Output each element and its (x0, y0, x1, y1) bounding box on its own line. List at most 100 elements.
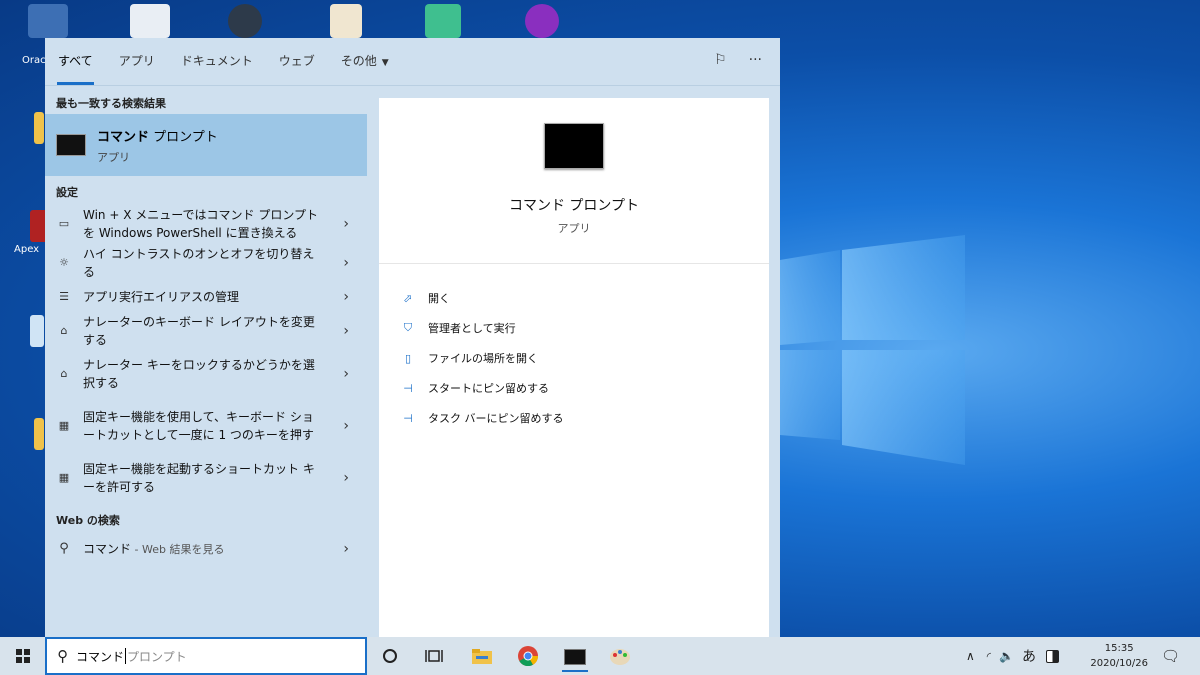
tab-web[interactable]: ウェブ (266, 52, 328, 85)
shield-icon: ⛉ (403, 321, 413, 334)
text-caret (125, 648, 127, 664)
best-match-title: コマンド プロンプト (97, 126, 218, 145)
desktop-icon-app6[interactable] (525, 4, 559, 38)
best-match-subtitle: アプリ (97, 150, 130, 164)
chevron-right-icon: › (343, 255, 349, 271)
action-pin-taskbar[interactable]: ⊣ タスク バーにピン留めする (400, 403, 564, 433)
settings-header: 設定 (56, 186, 78, 199)
search-suggestion-text: プロンプト (127, 649, 187, 664)
clock-date: 2020/10/26 (1090, 658, 1148, 669)
action-label: タスク バーにピン留めする (428, 412, 564, 425)
notification-icon[interactable]: 🗨 (1161, 647, 1180, 665)
caret-down-icon: ▼ (381, 58, 389, 68)
best-match-title-bold: コマンド (97, 129, 150, 145)
pin-icon: ⊣ (403, 411, 413, 425)
tab-all[interactable]: すべて (45, 52, 106, 85)
file-location-icon: ▯ (404, 351, 412, 365)
web-search-item[interactable]: ⚲ コマンド - Web 結果を見る › (45, 530, 367, 568)
keyboard-icon: ▦ (58, 471, 70, 484)
command-prompt-taskbar-icon[interactable] (562, 644, 588, 672)
tab-label: すべて (58, 54, 93, 68)
monitor-icon: ▭ (58, 217, 70, 230)
setting-item-high-contrast[interactable]: ☼ ハイ コントラストのオンとオフを切り替える › (45, 246, 367, 280)
desktop-icon-virtualbox[interactable] (28, 4, 68, 38)
narrator-icon: ⌂ (60, 324, 68, 337)
feedback-icon[interactable]: ⚐ (714, 52, 727, 68)
search-input[interactable]: ⚲ コマンド プロンプト (45, 637, 367, 675)
start-button[interactable] (0, 637, 45, 675)
setting-item-powershell[interactable]: ▭ Win + X メニューではコマンド プロンプトを Windows Powe… (45, 202, 367, 246)
setting-item-app-alias[interactable]: ☰ アプリ実行エイリアスの管理 › (45, 280, 367, 314)
setting-label: ナレーターのキーボード レイアウトを変更する (83, 315, 315, 347)
command-prompt-icon (544, 123, 604, 169)
setting-label: ナレーター キーをロックするかどうかを選択する (83, 358, 315, 390)
web-search-header: Web の検索 (56, 514, 120, 527)
chevron-right-icon: › (343, 323, 349, 339)
ime-indicator[interactable]: あ (1022, 646, 1036, 666)
results-list: 最も一致する検索結果 コマンド プロンプト アプリ 設定 ▭ Win + X メ… (45, 86, 367, 637)
search-tabs: すべて アプリ ドキュメント ウェブ その他 ▼ ⚐ ··· (45, 38, 780, 86)
cortana-icon[interactable] (378, 644, 402, 668)
setting-item-sticky-shortcut[interactable]: ▦ 固定キー機能を起動するショートカット キーを許可する › (45, 452, 367, 504)
chevron-right-icon: › (343, 418, 349, 434)
search-icon: ⚲ (59, 541, 69, 556)
tab-apps[interactable]: アプリ (106, 52, 168, 85)
tab-documents[interactable]: ドキュメント (168, 52, 266, 85)
action-open-file-location[interactable]: ▯ ファイルの場所を開く (400, 343, 564, 373)
preview-actions: ⬀ 開く ⛉ 管理者として実行 ▯ ファイルの場所を開く ⊣ スタートにピン留めする ⊣… (400, 283, 564, 433)
action-label: 管理者として実行 (428, 322, 516, 335)
desktop-icon-app2[interactable] (130, 4, 170, 38)
setting-label: 固定キー機能を使用して、キーボード ショートカットとして一度に 1 つのキーを押… (83, 410, 314, 442)
network-icon[interactable]: ◜ (987, 650, 991, 663)
web-search-sub: - Web 結果を見る (131, 542, 225, 556)
best-match-title-rest: プロンプト (149, 129, 218, 145)
keyboard-icon: ▦ (58, 419, 70, 432)
desktop-icon-app3[interactable] (228, 4, 262, 38)
windows-icon (15, 649, 30, 663)
action-open[interactable]: ⬀ 開く (400, 283, 564, 313)
setting-item-narrator-lock[interactable]: ⌂ ナレーター キーをロックするかどうかを選択する › (45, 348, 367, 400)
action-pin-start[interactable]: ⊣ スタートにピン留めする (400, 373, 564, 403)
chevron-right-icon: › (343, 216, 349, 232)
clock-time: 15:35 (1104, 643, 1134, 654)
chevron-up-icon[interactable]: ∧ (966, 649, 975, 663)
ime-mode-icon[interactable] (1046, 649, 1060, 663)
divider (379, 263, 769, 264)
windows-logo-wallpaper (780, 235, 965, 465)
web-search-term: コマンド (83, 541, 132, 556)
more-options-icon[interactable]: ··· (749, 52, 762, 68)
system-tray: ∧ ◜ 🔈 あ (966, 637, 1060, 675)
tab-label: その他 (340, 54, 377, 68)
chevron-right-icon: › (343, 289, 349, 305)
setting-item-narrator-layout[interactable]: ⌂ ナレーターのキーボード レイアウトを変更する › (45, 314, 367, 348)
setting-label: 固定キー機能を起動するショートカット キーを許可する (83, 462, 315, 494)
action-run-as-admin[interactable]: ⛉ 管理者として実行 (400, 313, 564, 343)
action-label: 開く (428, 292, 450, 305)
best-match-header: 最も一致する検索結果 (56, 97, 166, 110)
clock[interactable]: 15:35 2020/10/26 (1090, 641, 1148, 671)
search-icon: ⚲ (57, 647, 68, 665)
desktop-icon-app5[interactable] (425, 4, 461, 38)
brightness-icon: ☼ (59, 256, 69, 269)
chrome-icon[interactable] (516, 644, 540, 668)
best-match-item[interactable]: コマンド プロンプト アプリ (45, 114, 367, 176)
search-panel: すべて アプリ ドキュメント ウェブ その他 ▼ ⚐ ··· 最も一致する検索結果… (45, 38, 780, 637)
desktop-icon-label: Apex (14, 244, 40, 255)
tab-label: ウェブ (278, 54, 315, 68)
preview-subtitle: アプリ (557, 222, 591, 235)
task-view-icon[interactable] (422, 644, 446, 668)
list-icon: ☰ (59, 290, 69, 303)
setting-label: アプリ実行エイリアスの管理 (83, 290, 240, 304)
chevron-right-icon: › (343, 541, 349, 557)
desktop-icon-app4[interactable] (330, 4, 362, 38)
volume-icon[interactable]: 🔈 (999, 649, 1014, 663)
narrator-icon: ⌂ (60, 367, 68, 380)
paint-icon[interactable] (608, 644, 632, 668)
preview-pane: コマンド プロンプト アプリ ⬀ 開く ⛉ 管理者として実行 ▯ ファイルの場所を開く… (379, 98, 769, 637)
tab-label: ドキュメント (180, 54, 253, 68)
search-typed-text: コマンド (76, 649, 125, 664)
file-explorer-icon[interactable] (470, 644, 494, 668)
setting-item-sticky-keys[interactable]: ▦ 固定キー機能を使用して、キーボード ショートカットとして一度に 1 つのキー… (45, 400, 367, 452)
tab-more[interactable]: その他 ▼ (328, 52, 402, 85)
action-label: スタートにピン留めする (428, 382, 549, 395)
